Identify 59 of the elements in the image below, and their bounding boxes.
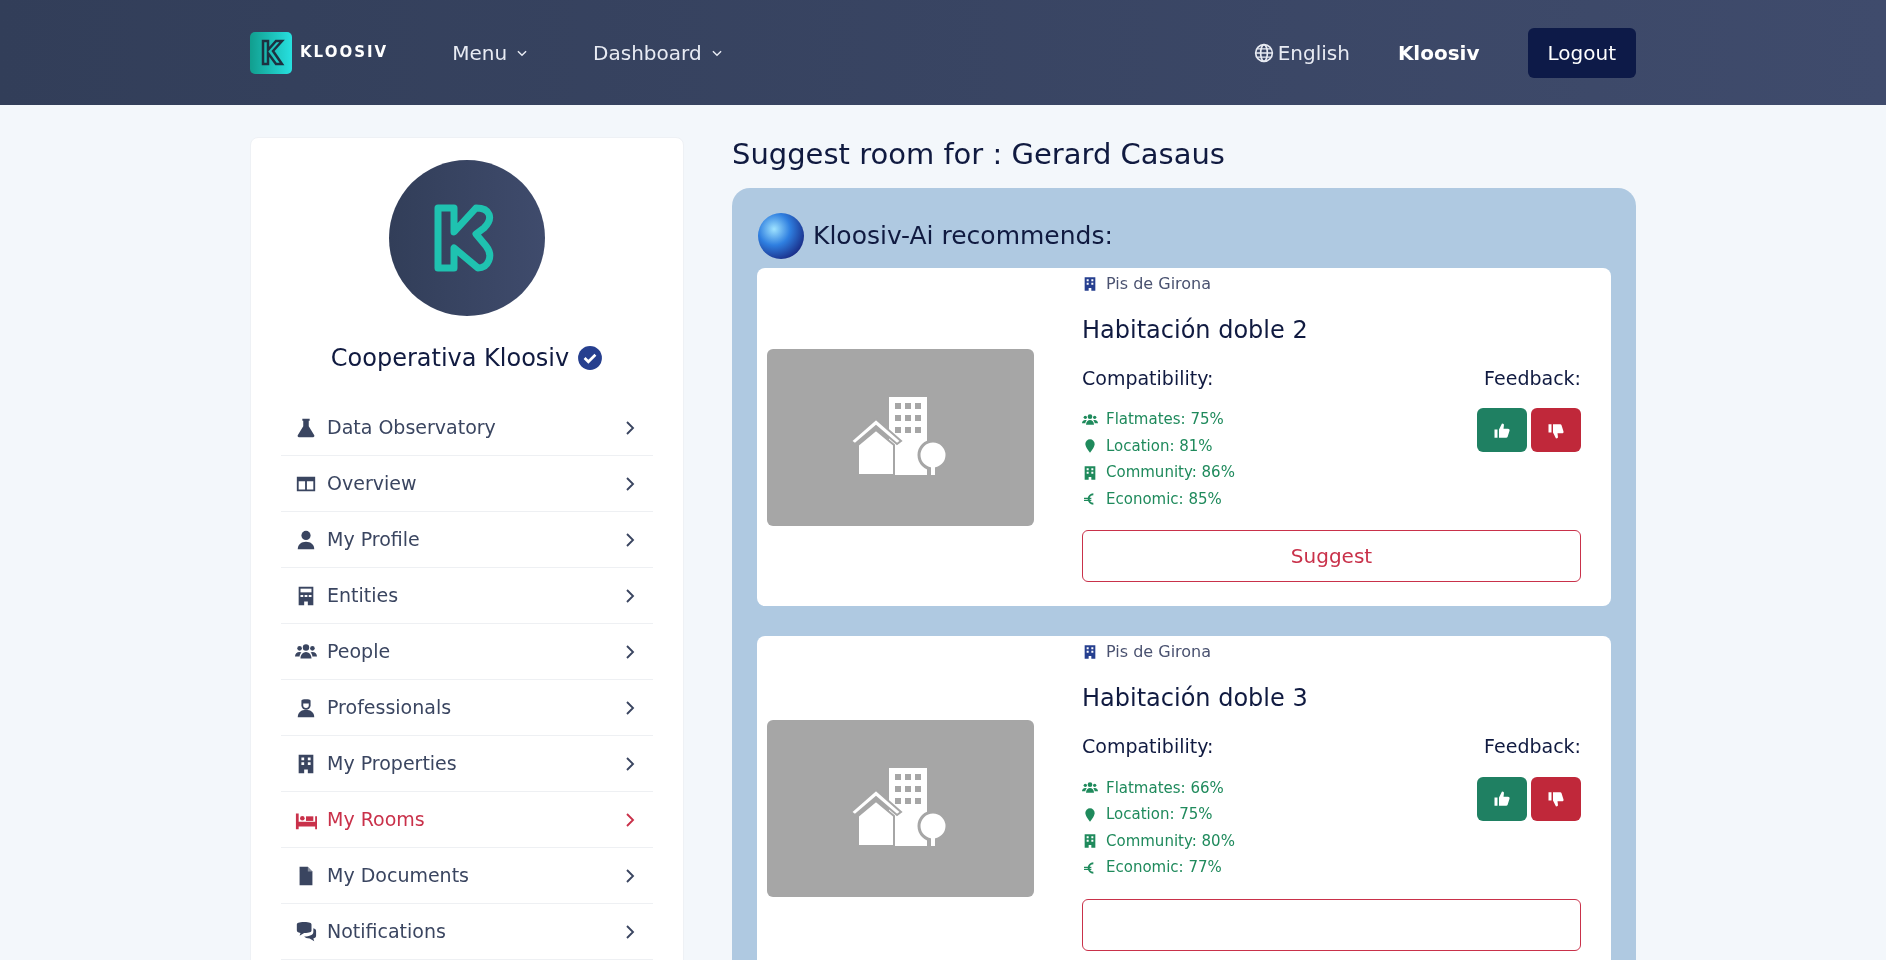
logo-icon — [250, 31, 292, 74]
feedback-label: Feedback: — [1484, 365, 1581, 391]
sidebar-item[interactable]: My Profile — [281, 512, 653, 568]
profile-name: Cooperativa Kloosiv — [330, 343, 570, 374]
building-icon — [1082, 275, 1098, 292]
sidebar-item[interactable]: Entities — [281, 568, 653, 624]
user-link[interactable]: Kloosiv — [1397, 37, 1480, 68]
page-title: Suggest room for : Gerard Casaus — [732, 137, 1226, 172]
sidebar-item[interactable]: Overview — [281, 456, 653, 512]
compatibility-label: Compatibility: — [1082, 365, 1215, 391]
compatibility-stat: Community: 80% — [1106, 830, 1235, 852]
thumbs-up-icon — [1493, 790, 1511, 809]
sidebar-item[interactable]: My Documents — [281, 848, 653, 904]
compatibility-stat: Location: 75% — [1106, 804, 1213, 826]
globe-icon — [1253, 42, 1274, 63]
compatibility-stat: Economic: 77% — [1106, 857, 1222, 879]
thumbs-up-button[interactable] — [1477, 408, 1527, 453]
nav-menu[interactable]: Dashboard — [593, 37, 724, 68]
language-selector[interactable]: English — [1253, 37, 1350, 68]
room-name: Habitación doble 2 — [1082, 314, 1309, 346]
feedback-label: Feedback: — [1484, 734, 1581, 760]
compatibility-label: Compatibility: — [1082, 734, 1215, 760]
sidebar-item[interactable]: My Properties — [281, 736, 653, 792]
logout-button[interactable]: Logout — [1527, 27, 1636, 78]
compatibility-stat: Flatmates: 75% — [1106, 409, 1224, 431]
thumbs-up-button[interactable] — [1477, 776, 1527, 821]
sidebar-item[interactable]: Notifications — [281, 904, 653, 960]
thumbs-up-icon — [1493, 421, 1511, 440]
building-icon — [1082, 644, 1098, 661]
sidebar-item[interactable]: My Rooms — [281, 792, 653, 848]
chat-icon — [295, 920, 317, 943]
suggest-button[interactable] — [1082, 898, 1581, 951]
thumbs-down-button[interactable] — [1531, 776, 1581, 821]
sidebar-item[interactable]: Professionals — [281, 680, 653, 736]
property-name: Pis de Girona — [1106, 272, 1212, 295]
thumbs-down-icon — [1547, 790, 1565, 809]
brand-name[interactable]: KLOOSIV — [300, 41, 389, 64]
nav-menu[interactable]: Menu — [452, 37, 530, 68]
location-pin-icon — [1082, 438, 1098, 455]
sidebar-item[interactable]: People — [281, 624, 653, 680]
building-icon — [1082, 833, 1098, 850]
compatibility-stat: Location: 81% — [1106, 435, 1213, 457]
location-pin-icon — [1082, 806, 1098, 823]
thumbs-down-button[interactable] — [1531, 408, 1581, 453]
suggest-button[interactable]: Suggest — [1082, 530, 1581, 583]
compatibility-stat: Economic: 85% — [1106, 488, 1222, 510]
panel-title: Kloosiv-Ai recommends: — [813, 220, 1113, 253]
sidebar-item[interactable]: Data Observatory — [281, 400, 653, 456]
building-icon — [1082, 464, 1098, 481]
person-badge-icon — [295, 696, 317, 719]
person-icon — [295, 528, 317, 551]
property-name: Pis de Girona — [1106, 641, 1212, 664]
compatibility-stat: Community: 86% — [1106, 462, 1235, 484]
orb-icon — [757, 211, 805, 260]
compatibility-stat: Flatmates: 66% — [1106, 777, 1224, 799]
room-name: Habitación doble 3 — [1082, 683, 1309, 715]
flask-icon — [295, 416, 317, 439]
people-icon — [1082, 411, 1098, 428]
thumbs-down-icon — [1547, 421, 1565, 440]
